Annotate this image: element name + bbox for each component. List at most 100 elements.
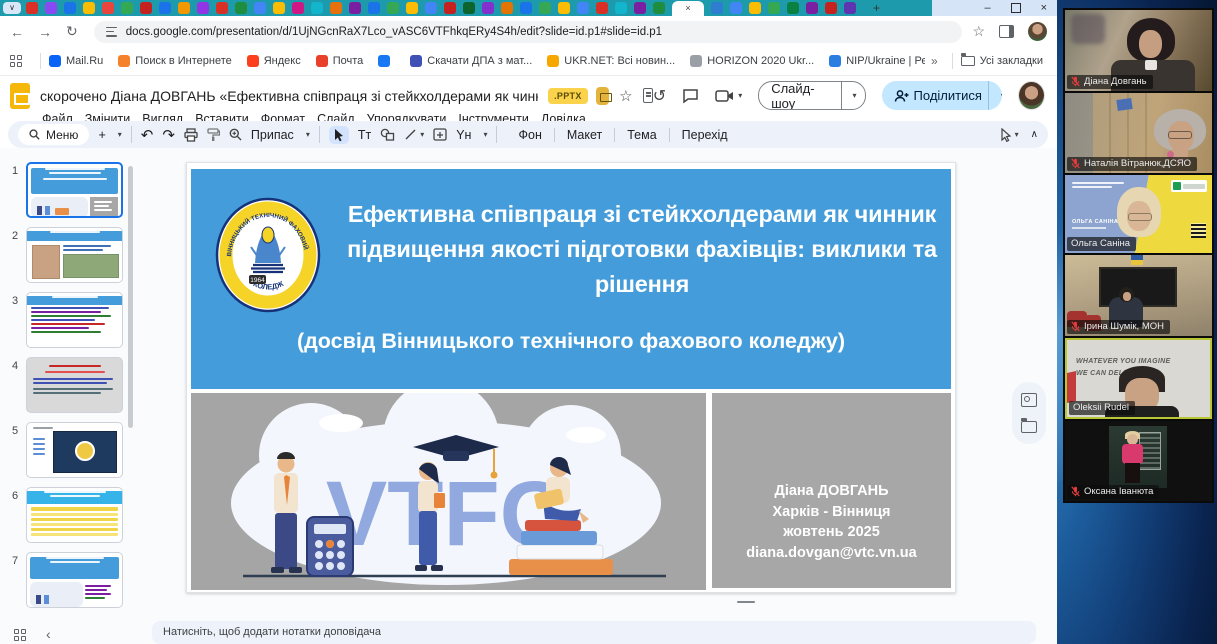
participant-tile-olga[interactable]: ОЛЬГА САНІНА Ольга Саніна [1065,175,1212,253]
tab-favicon[interactable] [273,2,285,14]
shapes-tool[interactable] [380,128,395,141]
tab-favicon[interactable] [140,2,152,14]
slide-thumbnail-7[interactable] [26,552,123,608]
maximize-button[interactable] [1011,3,1021,13]
toolbar-action[interactable]: Фон [506,128,553,142]
tab-favicon[interactable] [45,2,57,14]
comment-icon[interactable] [682,88,699,104]
paint-format-icon[interactable] [207,128,220,142]
tab-favicon[interactable] [539,2,551,14]
forward-button[interactable]: → [38,24,52,40]
tab-favicon[interactable] [711,2,723,14]
apps-grid-icon[interactable] [10,55,22,67]
tab-favicon[interactable] [292,2,304,14]
site-settings-icon[interactable] [106,27,118,37]
tab-favicon[interactable] [577,2,589,14]
bookmark-item[interactable]: Яндекс [247,55,301,67]
participant-tile-oleksii-active-speaker[interactable]: WHATEVER YOU IMAGINE WE CAN DELIVER Olek… [1065,338,1212,419]
tab-favicon[interactable] [26,2,38,14]
tab-favicon[interactable] [197,2,209,14]
tab-close-icon[interactable]: × [685,4,690,13]
tab-favicon[interactable] [178,2,190,14]
new-slide-button[interactable]: + [98,128,105,142]
tab-favicon[interactable] [653,2,665,14]
zoom-icon[interactable] [229,128,242,141]
tab-favicon[interactable] [596,2,608,14]
select-tool[interactable] [329,126,349,144]
bookmark-item[interactable]: Поиск в Интернете [118,55,231,67]
bookmark-item[interactable]: HORIZON 2020 Ukr... [690,55,814,67]
collapse-filmstrip-icon[interactable]: ‹ [46,626,51,642]
tab-favicon[interactable] [368,2,380,14]
tab-favicon[interactable] [520,2,532,14]
video-call-icon[interactable]: ▾ [715,89,742,103]
vtfc-illustration[interactable]: VTFC [191,393,706,588]
participant-tile-natalia[interactable]: Наталія Вітранюк,ДСЯО [1065,93,1212,173]
speaker-notes-input[interactable]: Натисніть, щоб додати нотатки доповідача [152,621,1036,644]
slide-subtitle[interactable]: (досвід Вінницького технічного фахового … [199,329,943,354]
slide-title-block[interactable]: ВІННИЦЬКИЙ ТЕХНІЧНИЙ ФАХОВИЙ КОЛЕДЖ 1964… [191,169,951,389]
print-icon[interactable] [184,128,198,142]
new-tab-button[interactable]: + [873,1,880,15]
bookmark-item[interactable]: UKR.NET: Всі новин... [547,55,675,67]
tab-favicon[interactable] [615,2,627,14]
slides-app-icon[interactable] [10,83,30,109]
url-text[interactable]: docs.google.com/presentation/d/1UjNGcnRa… [126,26,662,38]
image-panel-icon[interactable] [1021,393,1037,407]
notes-drag-handle[interactable] [737,601,755,603]
document-status-icon[interactable] [643,88,653,103]
tab-favicon[interactable] [634,2,646,14]
tab-favicon[interactable] [83,2,95,14]
slide-thumbnail-1[interactable] [26,162,123,218]
line-tool[interactable]: ▾ [404,128,424,141]
bookmark-item[interactable]: Скачати ДПА з мат... [410,55,532,67]
tab-favicon[interactable] [730,2,742,14]
bookmark-item[interactable] [378,55,395,67]
all-bookmarks-button[interactable]: Усі закладки [961,55,1043,67]
insert-image-tool[interactable] [433,128,447,141]
filmstrip-scrollbar[interactable] [128,166,133,428]
close-button[interactable]: × [1041,3,1047,14]
tab-favicon[interactable] [768,2,780,14]
slideshow-dropdown[interactable]: ▾ [841,82,865,109]
tab-favicon[interactable] [311,2,323,14]
participant-tile-diana[interactable]: Діана Довгань [1065,10,1212,91]
toolbar-action[interactable]: Тема [614,128,668,142]
tab-favicon[interactable] [501,2,513,14]
fit-dropdown[interactable]: ▾ [306,130,310,139]
tab-favicon[interactable] [806,2,818,14]
tab-favicon[interactable] [787,2,799,14]
tab-favicon[interactable] [102,2,114,14]
slide-thumbnail-3[interactable] [26,292,123,348]
star-document-icon[interactable]: ☆ [619,87,632,105]
slide-thumbnail-6[interactable] [26,487,123,543]
slide-thumbnail-5[interactable] [26,422,123,478]
input-tools[interactable]: Yн [456,128,471,142]
url-box[interactable]: docs.google.com/presentation/d/1UjNGcnRa… [94,21,963,43]
undo-icon[interactable]: ↶ [141,126,154,144]
bookmark-item[interactable]: Почта [316,55,364,67]
collapse-toolbar-icon[interactable]: ∧ [1031,129,1038,140]
bookmark-star-icon[interactable]: ☆ [972,23,985,40]
folder-panel-icon[interactable] [1021,421,1037,433]
share-button[interactable]: Поділитися ▾ [882,81,1003,110]
back-button[interactable]: ← [10,24,24,40]
tab-favicon[interactable] [558,2,570,14]
tab-favicon[interactable] [387,2,399,14]
text-box-tool[interactable]: Tт [358,128,371,142]
tab-favicon[interactable] [825,2,837,14]
browser-profile-avatar[interactable] [1028,22,1047,41]
tab-favicon[interactable] [235,2,247,14]
move-to-folder-icon[interactable] [596,87,609,105]
fit-zoom-select[interactable]: Припас [251,128,294,142]
tab-favicon[interactable] [159,2,171,14]
tab-favicon[interactable] [749,2,761,14]
tab-favicon[interactable] [444,2,456,14]
pointer-mode-button[interactable]: ▾ [1000,128,1019,142]
tab-favicon[interactable] [425,2,437,14]
tab-favicon[interactable] [349,2,361,14]
slide-title[interactable]: Ефективна співпраця зі стейкхолдерами як… [341,197,943,302]
tab-favicon[interactable] [463,2,475,14]
participant-tile-iryna[interactable]: Ірина Шумік, МОН [1065,255,1212,336]
minimize-button[interactable]: – [984,3,990,14]
